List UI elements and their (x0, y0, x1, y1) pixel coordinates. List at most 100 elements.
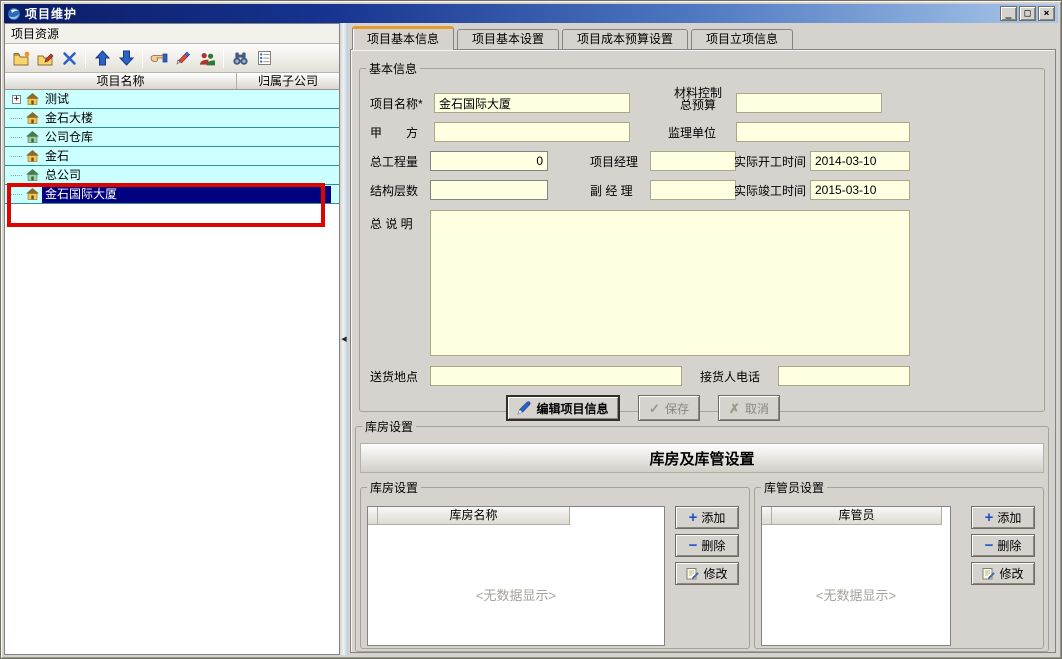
app-logo-icon (7, 7, 21, 21)
report-button[interactable] (252, 46, 276, 70)
storekeeper-delete-button[interactable]: − 删除 (971, 534, 1035, 557)
deputy-manager-field[interactable] (650, 180, 736, 200)
tree-toolbar (5, 44, 339, 73)
storekeeper-modify-button[interactable]: 修改 (971, 562, 1035, 585)
material-budget-label-line2: 总预算 (666, 99, 730, 111)
assign-button[interactable] (147, 46, 171, 70)
warehouse-settings-group: 库房设置 库房及库管设置 库房设置 库房名称 <无数据显示> + 添加 (355, 418, 1049, 652)
total-quantity-field[interactable] (430, 151, 548, 171)
tab-cost-budget-settings[interactable]: 项目成本预算设置 (562, 29, 688, 49)
annotation-red-box (7, 183, 325, 227)
expand-icon[interactable]: + (12, 95, 21, 104)
column-header-project-name[interactable]: 项目名称 (5, 73, 237, 89)
actual-end-date-label: 实际竣工时间 (734, 184, 806, 198)
receiver-phone-label: 接货人电话 (700, 370, 760, 384)
tab-project-approval-info[interactable]: 项目立项信息 (691, 29, 793, 49)
tree-column-header[interactable]: 项目名称 归属子公司 (5, 73, 339, 90)
toolbar-separator (142, 48, 143, 68)
modify-button-label: 修改 (999, 565, 1023, 582)
no-data-text: <无数据显示> (368, 585, 664, 604)
delete-button-label: 删除 (701, 537, 725, 554)
hand-pointer-icon (150, 51, 168, 65)
tree-item-label[interactable]: 总公司 (42, 167, 331, 184)
supervision-unit-label: 监理单位 (668, 126, 716, 140)
tree-item-label[interactable]: 测试 (42, 91, 331, 108)
deputy-manager-label: 副 经 理 (590, 184, 633, 198)
maximize-button[interactable]: □ (1019, 6, 1036, 21)
storekeeper-column-header[interactable]: 库管员 (772, 507, 942, 525)
storekeeper-group-legend: 库管员设置 (761, 479, 827, 496)
project-name-field[interactable] (434, 93, 630, 113)
project-maintenance-window: 项目维护 _ □ × 项目资源 (0, 0, 1062, 659)
tree-row-jinshi[interactable]: 金石 (5, 147, 339, 166)
house-yellow-icon (26, 112, 39, 124)
minimize-button[interactable]: _ (1000, 6, 1017, 21)
row-indicator-column (762, 507, 772, 525)
project-users-button[interactable] (195, 46, 219, 70)
rename-button[interactable] (171, 46, 195, 70)
close-button[interactable]: × (1038, 6, 1055, 21)
house-green-icon (26, 169, 39, 181)
structure-layers-field[interactable] (430, 180, 548, 200)
storekeeper-settings-group: 库管员设置 库管员 <无数据显示> + 添加 − 删除 (754, 479, 1044, 649)
storeroom-delete-button[interactable]: − 删除 (675, 534, 739, 557)
project-manager-field[interactable] (650, 151, 736, 171)
actual-start-date-field[interactable] (810, 151, 910, 171)
storeroom-add-button[interactable]: + 添加 (675, 506, 739, 529)
row-indicator-column (368, 507, 378, 525)
receiver-phone-field[interactable] (778, 366, 910, 386)
general-description-field[interactable] (430, 210, 910, 356)
total-quantity-label: 总工程量 (370, 155, 418, 169)
tree-item-label[interactable]: 金石 (42, 148, 331, 165)
panel-splitter[interactable]: ◀ (340, 23, 348, 655)
house-yellow-icon (26, 93, 39, 105)
tree-connector (11, 118, 22, 119)
plus-icon: + (985, 510, 994, 525)
storeroom-name-column-header[interactable]: 库房名称 (378, 507, 570, 525)
tree-item-label[interactable]: 公司仓库 (42, 129, 331, 146)
storekeeper-add-button[interactable]: + 添加 (971, 506, 1035, 529)
delivery-address-label: 送货地点 (370, 370, 418, 384)
general-description-label: 总 说 明 (370, 217, 413, 231)
project-resource-panel: 项目资源 (4, 23, 340, 655)
basic-info-group: 基本信息 项目名称* 材料控制 总预算 甲 方 监理单位 总工程量 项目经理 实… (359, 60, 1045, 412)
storeroom-list-header: 库房名称 (368, 507, 570, 525)
delete-x-icon (62, 51, 77, 66)
tab-basic-settings[interactable]: 项目基本设置 (457, 29, 559, 49)
no-data-text: <无数据显示> (762, 585, 950, 604)
binoculars-icon (232, 51, 249, 66)
title-bar[interactable]: 项目维护 _ □ × (4, 4, 1058, 23)
storekeeper-list[interactable]: 库管员 <无数据显示> (761, 506, 951, 646)
plus-icon: + (689, 510, 698, 525)
delete-project-button[interactable] (57, 46, 81, 70)
minus-icon: − (689, 538, 698, 553)
find-button[interactable] (228, 46, 252, 70)
actual-end-date-field[interactable] (810, 180, 910, 200)
collapse-panel-icon[interactable]: ◀ (340, 335, 348, 343)
tree-row-jinshidalou[interactable]: 金石大楼 (5, 109, 339, 128)
column-header-company[interactable]: 归属子公司 (237, 73, 339, 89)
storeroom-modify-button[interactable]: 修改 (675, 562, 739, 585)
storeroom-group-legend: 库房设置 (367, 479, 421, 496)
tree-row-ceshi[interactable]: + 测试 (5, 90, 339, 109)
tab-basic-info[interactable]: 项目基本信息 (352, 26, 454, 50)
tree-item-label[interactable]: 金石大楼 (42, 110, 331, 127)
add-button-label: 添加 (701, 509, 725, 526)
edit-button-label: 编辑项目信息 (536, 400, 608, 417)
new-project-button[interactable] (9, 46, 33, 70)
storeroom-list[interactable]: 库房名称 <无数据显示> (367, 506, 665, 646)
users-icon (199, 51, 216, 66)
edit-project-button[interactable] (33, 46, 57, 70)
edit-folder-icon (37, 51, 54, 66)
supervision-unit-field[interactable] (736, 122, 910, 142)
delivery-address-field[interactable] (430, 366, 682, 386)
basic-info-legend: 基本信息 (366, 60, 420, 77)
tab-content-panel: 基本信息 项目名称* 材料控制 总预算 甲 方 监理单位 总工程量 项目经理 实… (350, 49, 1056, 653)
move-up-button[interactable] (90, 46, 114, 70)
delete-button-label: 删除 (997, 537, 1021, 554)
move-down-button[interactable] (114, 46, 138, 70)
tree-row-gongsicangku[interactable]: 公司仓库 (5, 128, 339, 147)
project-name-label: 项目名称* (370, 97, 423, 111)
material-budget-field[interactable] (736, 93, 882, 113)
party-a-field[interactable] (434, 122, 630, 142)
